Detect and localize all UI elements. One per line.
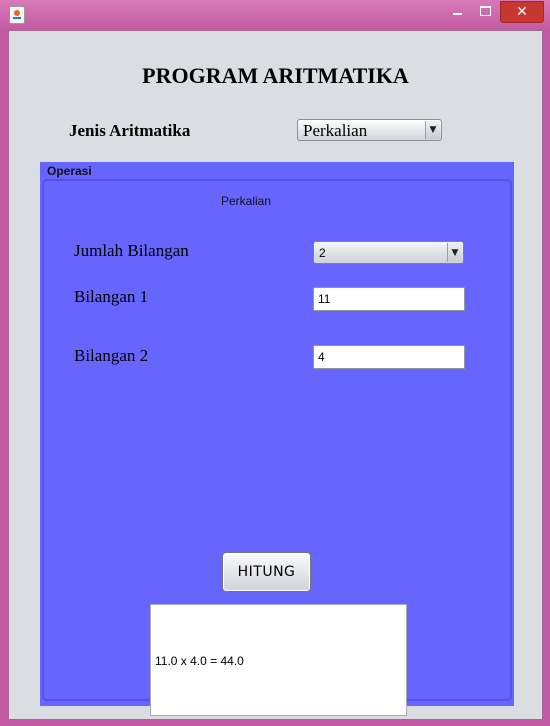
jenis-aritmatika-selected: Perkalian <box>303 121 368 140</box>
operasi-panel: Operasi Perkalian Jumlah Bilangan 2 ▼ Bi… <box>40 162 514 716</box>
operasi-panel-title: Operasi <box>47 164 92 178</box>
application-window: ✕ PROGRAM ARITMATIKA Jenis Aritmatika Pe… <box>0 0 550 726</box>
bilangan-2-value: 4 <box>318 350 325 364</box>
jumlah-bilangan-selected: 2 <box>319 246 326 260</box>
jumlah-bilangan-label: Jumlah Bilangan <box>74 241 189 260</box>
jenis-aritmatika-label: Jenis Aritmatika <box>69 121 191 140</box>
result-text: 11.0 x 4.0 = 44.0 <box>155 654 244 668</box>
chevron-down-icon[interactable]: ▼ <box>447 243 462 262</box>
hitung-button[interactable]: HITUNG <box>222 552 311 592</box>
main-content: PROGRAM ARITMATIKA Jenis Aritmatika Perk… <box>8 30 543 720</box>
bilangan-1-input[interactable]: 11 <box>313 287 465 311</box>
close-button[interactable]: ✕ <box>500 1 544 23</box>
jenis-aritmatika-dropdown[interactable]: Perkalian ▼ <box>297 119 442 141</box>
bilangan-1-label: Bilangan 1 <box>74 287 149 306</box>
operation-mode-label: Perkalian <box>221 194 272 208</box>
java-app-icon <box>9 6 25 24</box>
minimize-button[interactable] <box>444 1 470 21</box>
bilangan-1-value: 11 <box>318 292 331 306</box>
title-bar[interactable]: ✕ <box>0 0 550 28</box>
result-textarea[interactable]: 11.0 x 4.0 = 44.0 <box>150 604 407 716</box>
bilangan-2-input[interactable]: 4 <box>313 345 465 369</box>
maximize-icon <box>479 6 491 16</box>
close-icon: ✕ <box>516 4 528 20</box>
bilangan-2-label: Bilangan 2 <box>74 346 149 365</box>
page-title: PROGRAM ARITMATIKA <box>142 63 409 88</box>
chevron-down-icon[interactable]: ▼ <box>425 121 440 139</box>
jumlah-bilangan-dropdown[interactable]: 2 ▼ <box>313 241 464 264</box>
maximize-button[interactable] <box>472 1 498 21</box>
minimize-icon <box>452 13 462 15</box>
